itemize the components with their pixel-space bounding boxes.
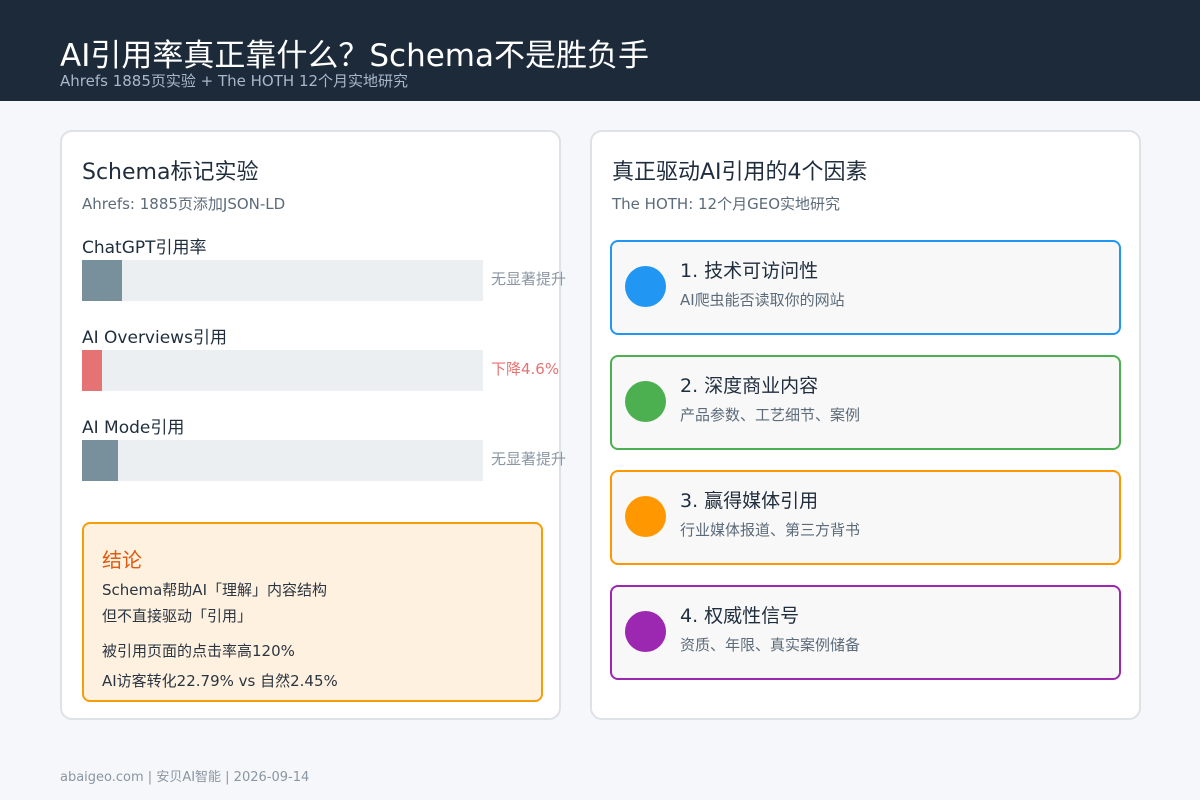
conclusion-line: 被引用页面的点击率高120%: [102, 642, 295, 660]
metric-bar-ai-overviews: [82, 350, 483, 391]
metric-bar-fill: [82, 440, 119, 481]
factor-description: 产品参数、工艺细节、案例: [680, 406, 861, 424]
factor-dot-icon: [625, 496, 666, 537]
citation-factors-card: 真正驱动AI引用的4个因素 The HOTH: 12个月GEO实地研究 1. 技…: [590, 130, 1141, 720]
factor-title: 1. 技术可访问性: [680, 260, 819, 282]
factor-description: 资质、年限、真实案例储备: [680, 636, 861, 654]
card-subtitle: Ahrefs: 1885页添加JSON-LD: [82, 195, 286, 213]
footer-text: abaigeo.com | 安贝AI智能 | 2026-09-14: [60, 770, 310, 785]
header-banner: AI引用率真正靠什么？Schema不是胜负手 Ahrefs 1885页实验 + …: [0, 0, 1200, 101]
metric-note-chatgpt: 无显著提升: [491, 270, 567, 288]
conclusion-line: 但不直接驱动「引用」: [102, 607, 253, 625]
page-subtitle: Ahrefs 1885页实验 + The HOTH 12个月实地研究: [60, 72, 409, 90]
conclusion-box: 结论 Schema帮助AI「理解」内容结构 但不直接驱动「引用」 被引用页面的点…: [82, 522, 543, 702]
metric-label-ai-mode: AI Mode引用: [82, 418, 185, 438]
metric-bar-fill: [82, 260, 123, 301]
factor-dot-icon: [625, 266, 666, 307]
card-title: Schema标记实验: [82, 160, 259, 185]
schema-experiment-card: Schema标记实验 Ahrefs: 1885页添加JSON-LD ChatGP…: [60, 130, 566, 720]
factor-earned-media: 3. 赢得媒体引用 行业媒体报道、第三方背书: [610, 470, 1121, 565]
metric-label-chatgpt: ChatGPT引用率: [82, 238, 207, 258]
factor-authority-signals: 4. 权威性信号 资质、年限、真实案例储备: [610, 585, 1121, 680]
metric-bar-ai-mode: [82, 440, 483, 481]
card-subtitle: The HOTH: 12个月GEO实地研究: [612, 195, 841, 213]
conclusion-line: AI访客转化22.79% vs 自然2.45%: [102, 672, 338, 690]
conclusion-title: 结论: [102, 548, 142, 572]
page-title: AI引用率真正靠什么？Schema不是胜负手: [60, 38, 649, 74]
metric-label-ai-overviews: AI Overviews引用: [82, 328, 227, 348]
metric-note-ai-mode: 无显著提升: [491, 450, 567, 468]
factor-description: 行业媒体报道、第三方背书: [680, 521, 861, 539]
metric-bar-chatgpt: [82, 260, 483, 301]
card-title: 真正驱动AI引用的4个因素: [612, 160, 868, 185]
conclusion-line: Schema帮助AI「理解」内容结构: [102, 581, 327, 599]
factor-title: 4. 权威性信号: [680, 605, 800, 627]
factor-dot-icon: [625, 611, 666, 652]
metric-note-ai-overviews: 下降4.6%: [491, 360, 560, 378]
metric-bar-fill: [82, 350, 103, 391]
factor-description: AI爬虫能否读取你的网站: [680, 291, 845, 309]
factor-title: 3. 赢得媒体引用: [680, 490, 819, 512]
factor-dot-icon: [625, 381, 666, 422]
factor-deep-business-content: 2. 深度商业内容 产品参数、工艺细节、案例: [610, 355, 1121, 450]
factor-title: 2. 深度商业内容: [680, 375, 819, 397]
factor-technical-accessibility: 1. 技术可访问性 AI爬虫能否读取你的网站: [610, 240, 1121, 335]
